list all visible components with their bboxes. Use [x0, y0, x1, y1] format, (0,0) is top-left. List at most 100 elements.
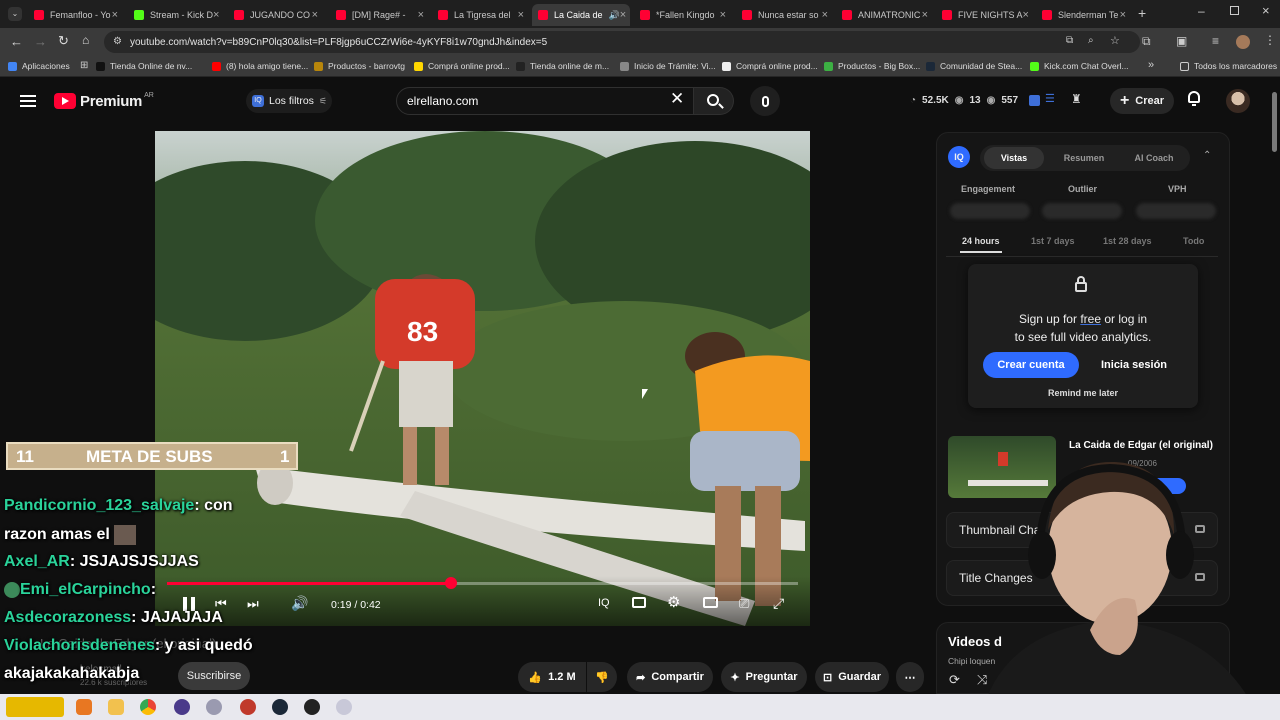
browser-tab[interactable]: [DM] Rage# - ×: [330, 4, 430, 26]
taskbar-app-icon[interactable]: [206, 699, 222, 715]
trophy-icon[interactable]: ♜: [1071, 92, 1082, 106]
loop-icon[interactable]: ⟳: [949, 672, 960, 688]
bookmark-item[interactable]: Aplicaciones: [8, 61, 70, 71]
tab-resumen[interactable]: Resumen: [1056, 147, 1112, 169]
voice-search-icon[interactable]: [750, 86, 780, 116]
account-avatar[interactable]: [1226, 89, 1250, 113]
bookmark-item[interactable]: Productos - barrovtg: [314, 61, 405, 71]
bookmark-item[interactable]: Inicio de Trámite: Vi...: [620, 61, 716, 71]
range-all[interactable]: Todo: [1183, 236, 1204, 246]
subtitles-icon[interactable]: [632, 597, 646, 608]
bookmark-item[interactable]: Kick.com Chat Overl...: [1030, 61, 1129, 71]
site-info-icon[interactable]: ⚙: [113, 36, 122, 47]
browser-tab[interactable]: La Tigresa del ×: [432, 4, 530, 26]
taskbar-app-icon[interactable]: [240, 699, 256, 715]
tab-vistas[interactable]: Vistas: [984, 147, 1044, 169]
page-scrollbar[interactable]: [1272, 92, 1277, 152]
range-7d[interactable]: 1st 7 days: [1031, 236, 1075, 246]
reload-icon[interactable]: ↻: [58, 33, 69, 49]
progress-scrubber[interactable]: [444, 577, 457, 589]
steam-icon[interactable]: [272, 699, 288, 715]
forward-icon[interactable]: →: [34, 34, 47, 49]
browser-tab[interactable]: Nunca estar so ×: [736, 4, 834, 26]
clear-search-icon[interactable]: ✕: [670, 89, 684, 109]
notifications-bell-icon[interactable]: [1186, 91, 1202, 109]
taskbar-app-icon[interactable]: [304, 699, 320, 715]
search-button[interactable]: [694, 87, 734, 115]
home-icon[interactable]: ⌂: [82, 33, 89, 47]
browser-tab-active[interactable]: La Caida de 🔊 ×: [532, 4, 630, 26]
browser-tab[interactable]: ANIMATRONIC ×: [836, 4, 934, 26]
bookmark-item[interactable]: Comprá online prod...: [722, 61, 818, 71]
browser-tab[interactable]: Slenderman Te ×: [1036, 4, 1132, 26]
browser-tab[interactable]: *Fallen Kingdo ×: [634, 4, 732, 26]
new-tab-icon[interactable]: +: [1138, 5, 1146, 21]
range-24h[interactable]: 24 hours: [962, 236, 1000, 246]
settings-gear-icon[interactable]: ⚙: [667, 593, 680, 611]
blurred-value: [1042, 203, 1122, 219]
restore-icon[interactable]: [1230, 6, 1239, 15]
filters-button[interactable]: IQ Los filtros ⚟: [246, 89, 332, 113]
create-account-button[interactable]: Crear cuenta: [983, 352, 1079, 378]
vidiq-player-icon[interactable]: IQ: [598, 597, 610, 609]
browser-tab[interactable]: Femanfloo - Yo ×: [28, 4, 124, 26]
install-icon[interactable]: ⧉: [1066, 35, 1073, 46]
more-bookmarks-icon[interactable]: »: [1148, 59, 1154, 71]
share-button[interactable]: ➦ Compartir: [627, 662, 713, 692]
video-player[interactable]: 83 ⏮ ⏭ 🔊 0:19 / 0:42 IQ ⚙ ⎚ ⤢: [155, 131, 810, 626]
browser-tab-strip: ⌄ Femanfloo - Yo × Stream - Kick D × JUGAN…: [0, 0, 1280, 28]
folder-icon[interactable]: [108, 699, 124, 715]
remind-later-link[interactable]: Remind me later: [968, 388, 1198, 398]
next-icon[interactable]: ⏭: [247, 596, 259, 612]
search-input[interactable]: elrellano.com: [396, 87, 694, 115]
obs-icon[interactable]: [174, 699, 190, 715]
taskbar-app-icon[interactable]: [336, 699, 352, 715]
subscribe-button[interactable]: Suscribirse: [178, 662, 250, 690]
taskbar-app-icon[interactable]: [76, 699, 92, 715]
back-icon[interactable]: ←: [10, 34, 23, 49]
login-button[interactable]: Inicia sesión: [1088, 352, 1180, 378]
hamburger-menu-icon[interactable]: [18, 92, 38, 110]
bookmark-star-icon[interactable]: ☆: [1110, 34, 1120, 47]
close-window-icon[interactable]: ×: [1262, 3, 1270, 18]
bookmark-item[interactable]: Comprá online prod...: [414, 61, 510, 71]
bookmark-item[interactable]: Productos - Big Box...: [824, 61, 920, 71]
collapse-chevron-icon[interactable]: ⌃: [1203, 150, 1211, 161]
bookmark-item[interactable]: Comunidad de Stea...: [926, 61, 1022, 71]
tab-search-icon[interactable]: ⌄: [8, 7, 22, 21]
list-icon[interactable]: ☰: [1045, 92, 1055, 105]
tab-ai-coach[interactable]: AI Coach: [1124, 147, 1184, 169]
browser-tab[interactable]: FIVE NIGHTS A ×: [936, 4, 1034, 26]
browser-tab[interactable]: JUGANDO CO ×: [228, 4, 324, 26]
bookmark-item[interactable]: (8) hola amigo tiene...: [212, 61, 308, 71]
menu-icon[interactable]: ⋮: [1264, 33, 1276, 47]
media-control-icon[interactable]: ≡: [1212, 34, 1219, 48]
apps-grid-icon[interactable]: ⊞: [80, 60, 88, 71]
create-button[interactable]: + Crear: [1110, 88, 1174, 114]
extensions-icon[interactable]: ⧉: [1142, 34, 1151, 49]
fullscreen-icon[interactable]: ⤢: [773, 595, 784, 612]
bookmark-item[interactable]: Tienda online de m...: [516, 61, 609, 71]
url-bar[interactable]: ⚙ youtube.com/watch?v=b89CnP0lq30&list=P…: [104, 31, 1140, 53]
zoom-icon[interactable]: ⌕: [1088, 35, 1094, 46]
ask-button[interactable]: ✦ Preguntar: [721, 662, 807, 692]
bookmark-item[interactable]: Tienda Online de nv...: [96, 61, 192, 71]
range-28d[interactable]: 1st 28 days: [1103, 236, 1152, 246]
all-bookmarks-folder[interactable]: Todos los marcadores: [1180, 61, 1277, 71]
more-actions-button[interactable]: ⋯: [896, 662, 924, 692]
chrome-icon[interactable]: [140, 699, 156, 715]
miniplayer-icon[interactable]: [703, 597, 718, 608]
like-button[interactable]: 👍 1.2 M: [518, 662, 586, 692]
volume-icon[interactable]: 🔊: [291, 595, 308, 612]
browser-tab[interactable]: Stream - Kick D ×: [128, 4, 224, 26]
save-button[interactable]: ⊡ Guardar: [815, 662, 889, 692]
progress-track[interactable]: [167, 582, 798, 585]
cast-icon[interactable]: ⎚: [739, 596, 749, 612]
vidiq-icon[interactable]: [1029, 95, 1040, 106]
youtube-logo[interactable]: Premium AR: [54, 91, 154, 111]
free-link[interactable]: free: [1080, 312, 1101, 326]
dislike-button[interactable]: 👎: [587, 662, 617, 692]
minimize-icon[interactable]: –: [1198, 4, 1205, 18]
profile-avatar[interactable]: [1236, 35, 1250, 49]
sidepanel-icon[interactable]: ▣: [1176, 34, 1187, 48]
